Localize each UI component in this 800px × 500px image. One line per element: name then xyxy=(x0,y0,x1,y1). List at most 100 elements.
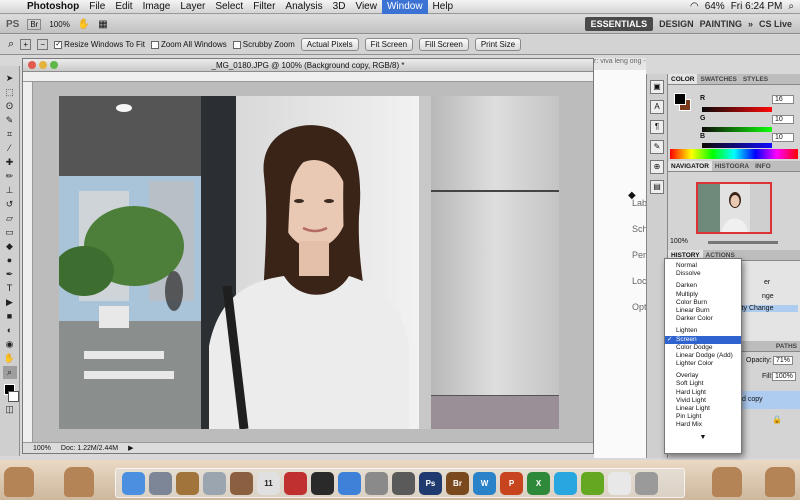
menu-app[interactable]: Photoshop xyxy=(22,0,84,14)
menu-help[interactable]: Help xyxy=(428,0,459,14)
history-item-2[interactable]: nge xyxy=(762,293,774,300)
finder-dock-icon[interactable] xyxy=(122,471,145,495)
zoom-dropdown[interactable]: 100% xyxy=(49,20,69,29)
pen-tool-icon[interactable]: ✒ xyxy=(3,268,17,281)
menu-file[interactable]: File xyxy=(84,0,110,14)
scroll-down-icon[interactable]: ▼ xyxy=(665,434,741,441)
foreground-color-chip[interactable] xyxy=(674,93,686,105)
menu-view[interactable]: View xyxy=(350,0,382,14)
move-tool-icon[interactable]: ➤ xyxy=(3,72,17,85)
blend-mode-item[interactable]: Dissolve xyxy=(665,270,741,278)
clock[interactable]: Fri 6:24 PM xyxy=(731,1,783,12)
minimize-icon[interactable] xyxy=(39,61,47,69)
trash-dock-icon[interactable] xyxy=(635,471,658,495)
workspace-painting[interactable]: PAINTING xyxy=(700,19,742,29)
photoshop-dock-icon[interactable]: Ps xyxy=(419,471,442,495)
zoom-in-icon[interactable]: + xyxy=(20,39,32,50)
blue-slider[interactable] xyxy=(702,143,772,148)
blend-mode-item[interactable]: Linear Light xyxy=(665,405,741,413)
tab-navigator[interactable]: NAVIGATOR xyxy=(668,161,712,171)
background-color-swatch[interactable] xyxy=(8,391,19,402)
quick-mask-icon[interactable]: ◫ xyxy=(3,403,17,416)
menu-analysis[interactable]: Analysis xyxy=(280,0,327,14)
fill-value[interactable]: 100% xyxy=(772,372,796,381)
battery-percent[interactable]: 64% xyxy=(705,1,725,12)
mail-dock-icon[interactable] xyxy=(203,471,226,495)
arrange-icon[interactable]: ▦ xyxy=(98,19,107,30)
tab-info[interactable]: INFO xyxy=(752,161,774,171)
fit-screen-button[interactable]: Fit Screen xyxy=(364,38,414,51)
tab-color[interactable]: COLOR xyxy=(668,74,698,84)
actual-pixels-button[interactable]: Actual Pixels xyxy=(300,38,359,51)
rocket-dock-icon[interactable] xyxy=(149,471,172,495)
close-icon[interactable] xyxy=(28,61,36,69)
path-select-icon[interactable]: ▶ xyxy=(3,296,17,309)
zoom-all-checkbox[interactable]: Zoom All Windows xyxy=(150,40,227,49)
workspace-essentials[interactable]: ESSENTIALS xyxy=(584,17,654,31)
blend-mode-item[interactable]: Color Dodge xyxy=(665,344,741,352)
tab-histogram[interactable]: HISTOGRA xyxy=(712,161,752,171)
type-tool-icon[interactable]: T xyxy=(3,282,17,295)
photo-dock-icon[interactable] xyxy=(230,471,253,495)
menu-select[interactable]: Select xyxy=(210,0,248,14)
history-item-1[interactable]: er xyxy=(764,279,770,286)
green-slider[interactable] xyxy=(702,127,772,132)
shape-tool-icon[interactable]: ■ xyxy=(3,310,17,323)
blend-mode-item[interactable]: Soft Light xyxy=(665,380,741,388)
cs-live-button[interactable]: CS Live xyxy=(759,19,792,29)
vertical-ruler[interactable] xyxy=(23,82,33,442)
doc-size[interactable]: Doc: 1.22M/2.44M xyxy=(61,445,118,452)
blur-tool-icon[interactable]: ◆ xyxy=(3,240,17,253)
status-arrow-icon[interactable]: ▶ xyxy=(128,444,133,452)
tab-paths[interactable]: PATHS xyxy=(773,341,800,351)
blend-mode-item[interactable]: Darker Color xyxy=(665,315,741,323)
menu-filter[interactable]: Filter xyxy=(248,0,280,14)
spotlight-icon[interactable]: ⌕ xyxy=(788,1,794,12)
healing-brush-icon[interactable]: ✚ xyxy=(3,156,17,169)
dodge-tool-icon[interactable]: ● xyxy=(3,254,17,267)
zoom-icon[interactable] xyxy=(50,61,58,69)
history-item-selected[interactable]: ity Change xyxy=(738,305,798,312)
spotify-dock-icon[interactable] xyxy=(581,471,604,495)
hand-icon[interactable]: ✋ xyxy=(78,19,90,30)
bridge-launch-icon[interactable]: Br xyxy=(27,18,42,30)
scrubby-zoom-checkbox[interactable]: Scrubby Zoom xyxy=(232,40,295,49)
red-value[interactable]: 16 xyxy=(772,95,794,104)
blue-value[interactable]: 10 xyxy=(772,133,794,142)
skype-dock-icon[interactable] xyxy=(554,471,577,495)
document-title-bar[interactable]: _MG_0180.JPG @ 100% (Background copy, RG… xyxy=(23,59,593,72)
crop-tool-icon[interactable]: ⌗ xyxy=(3,128,17,141)
blend-mode-item[interactable]: Multiply xyxy=(665,291,741,299)
character-icon[interactable]: A xyxy=(650,100,664,114)
dashboard-dock-icon[interactable] xyxy=(311,471,334,495)
powerpoint-dock-icon[interactable]: P xyxy=(500,471,523,495)
workspace-design[interactable]: DESIGN xyxy=(659,19,694,29)
3d-rotate-icon[interactable]: ◐ xyxy=(3,324,17,337)
zoom-tool-icon[interactable]: ⌕ xyxy=(8,38,14,51)
ical-dock-icon[interactable]: 11 xyxy=(257,471,280,495)
fill-screen-button[interactable]: Fill Screen xyxy=(419,38,469,51)
blend-mode-item[interactable]: Hard Mix xyxy=(665,421,741,429)
excel-dock-icon[interactable]: X xyxy=(527,471,550,495)
marquee-tool-icon[interactable]: ⬚ xyxy=(3,86,17,99)
zoom-tool-panel-icon[interactable]: ⌕ xyxy=(2,366,17,379)
horizontal-ruler[interactable] xyxy=(23,72,593,82)
dvd-dock-icon[interactable] xyxy=(392,471,415,495)
lasso-tool-icon[interactable]: ʘ xyxy=(3,100,17,113)
wifi-icon[interactable]: ◠ xyxy=(690,1,699,12)
menu-edit[interactable]: Edit xyxy=(110,0,137,14)
green-value[interactable]: 10 xyxy=(772,115,794,124)
tab-swatches[interactable]: SWATCHES xyxy=(697,74,739,84)
blend-mode-item[interactable]: Pin Light xyxy=(665,413,741,421)
3d-orbit-icon[interactable]: ◉ xyxy=(3,338,17,351)
history-brush-icon[interactable]: ↺ xyxy=(3,198,17,211)
clone-source-icon[interactable]: ⊕ xyxy=(650,160,664,174)
menu-layer[interactable]: Layer xyxy=(175,0,210,14)
menu-image[interactable]: Image xyxy=(138,0,176,14)
image-canvas[interactable] xyxy=(59,96,559,429)
prefs-dock-icon[interactable] xyxy=(365,471,388,495)
tool-presets-icon[interactable]: ▤ xyxy=(650,180,664,194)
stamp-dock-icon[interactable] xyxy=(284,471,307,495)
blend-mode-item[interactable]: Hard Light xyxy=(665,389,741,397)
quick-select-icon[interactable]: ✎ xyxy=(3,114,17,127)
